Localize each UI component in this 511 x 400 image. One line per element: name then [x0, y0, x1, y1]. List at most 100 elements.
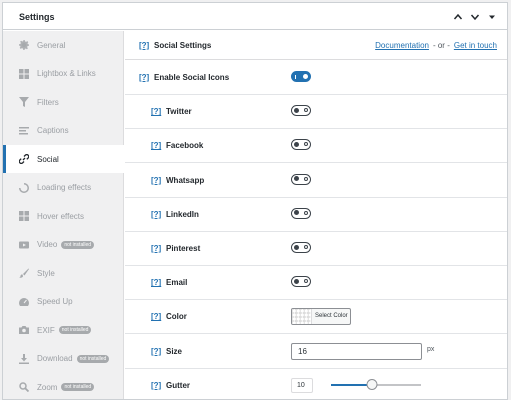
setting-label: Color — [166, 312, 187, 322]
color-picker-button[interactable]: Select Color — [291, 308, 351, 326]
setting-row-whatsapp: [?] Whatsapp — [125, 164, 507, 198]
sidebar-item-label: Hover effects — [37, 211, 84, 221]
help-link[interactable]: [?] — [139, 73, 149, 82]
sidebar-item-hover-effects[interactable]: Hover effects — [3, 202, 124, 230]
panel-title: Settings — [19, 12, 55, 22]
setting-row-linkedin: [?] LinkedIn — [125, 198, 507, 232]
sidebar-item-label: Style — [37, 268, 55, 278]
setting-label: Whatsapp — [166, 175, 205, 185]
sidebar-item-download[interactable]: Download not installed — [3, 345, 124, 373]
gutter-value-input[interactable]: 10 — [291, 377, 313, 393]
select-color-label: Select Color — [315, 313, 348, 320]
toggle-switch[interactable] — [291, 242, 311, 253]
setting-row-size: [?] Size 16 px — [125, 335, 507, 369]
setting-label: Email — [166, 278, 188, 288]
sidebar-item-filters[interactable]: Filters — [3, 88, 124, 116]
setting-label: Pinterest — [166, 244, 201, 253]
setting-label: LinkedIn — [166, 209, 199, 219]
setting-label: Facebook — [166, 141, 204, 151]
help-link[interactable]: [?] — [151, 347, 161, 356]
setting-row-enable-social-icons: [?] Enable Social Icons — [125, 61, 507, 95]
setting-row-facebook: [?] Facebook — [125, 129, 507, 164]
documentation-link[interactable]: Documentation — [375, 41, 429, 50]
help-link[interactable]: [?] — [151, 278, 161, 287]
chevron-down-icon[interactable] — [468, 10, 482, 24]
section-title: Social Settings — [154, 41, 212, 50]
grid-icon — [18, 68, 30, 80]
sidebar-item-style[interactable]: Style — [3, 259, 124, 287]
sidebar-item-label: Captions — [37, 126, 69, 135]
sidebar-item-zoom[interactable]: Zoom not installed — [3, 373, 124, 399]
help-link[interactable]: [?] — [151, 107, 161, 116]
color-swatch — [292, 309, 312, 325]
sidebar-item-label: Zoom — [37, 382, 58, 392]
chevron-up-icon[interactable] — [451, 10, 465, 24]
setting-label: Twitter — [166, 107, 192, 117]
sidebar-item-loading-effects[interactable]: Loading effects — [3, 174, 124, 202]
get-in-touch-link[interactable]: Get in touch — [454, 41, 497, 50]
setting-label: Enable Social Icons — [154, 73, 230, 82]
help-link[interactable]: [?] — [151, 312, 161, 321]
sidebar-item-label: EXIF — [37, 325, 55, 335]
sidebar-item-general[interactable]: General — [3, 31, 124, 59]
range-slider-track[interactable] — [331, 379, 421, 391]
not-installed-badge: not installed — [61, 240, 95, 249]
panel-header: Settings — [3, 3, 507, 30]
toggle-switch[interactable] — [291, 207, 311, 219]
filter-icon — [18, 96, 30, 108]
caret-down-icon[interactable] — [485, 10, 499, 24]
sidebar-item-captions[interactable]: Captions — [3, 117, 124, 145]
not-installed-badge: not installed — [61, 383, 95, 391]
sidebar-item-speed-up[interactable]: Speed Up — [3, 288, 124, 316]
setting-label: Gutter — [166, 380, 190, 390]
content-header: [?] Social Settings Documentation - or - G… — [125, 31, 507, 60]
gutter-range: 10 — [291, 377, 421, 393]
not-installed-badge: not installed — [76, 354, 110, 363]
size-input[interactable]: 16 — [291, 342, 422, 360]
or-separator: - or - — [432, 41, 450, 50]
download-icon — [18, 353, 30, 365]
help-link[interactable]: [?] — [151, 210, 161, 219]
zoom-icon — [18, 381, 30, 393]
toggle-switch[interactable] — [291, 139, 311, 151]
captions-icon — [18, 125, 30, 137]
panel-controls — [451, 10, 499, 24]
sidebar-item-label: Lightbox & Links — [37, 69, 96, 78]
setting-row-gutter: [?] Gutter 10 — [125, 369, 507, 399]
toggle-switch[interactable] — [291, 105, 311, 117]
toggle-switch[interactable] — [291, 173, 311, 185]
help-link[interactable]: [?] — [151, 381, 161, 390]
video-icon — [18, 239, 30, 251]
spinner-icon — [18, 182, 30, 194]
setting-row-email: [?] Email — [125, 266, 507, 301]
sidebar-item-lightbox-links[interactable]: Lightbox & Links — [3, 60, 124, 88]
social-settings-content: [?] Social Settings Documentation - or - G… — [125, 31, 507, 399]
gear-icon — [18, 39, 30, 51]
settings-sidebar: General Lightbox & Links Filters Captions So… — [3, 31, 125, 399]
link-icon — [18, 153, 30, 165]
sidebar-item-label: Video — [37, 240, 58, 249]
help-link[interactable]: [?] — [151, 176, 161, 185]
sidebar-item-social[interactable]: Social — [3, 145, 125, 173]
sidebar-item-label: Social — [37, 154, 59, 164]
sidebar-item-label: Loading effects — [37, 183, 92, 192]
range-slider-thumb[interactable] — [366, 379, 377, 391]
help-link[interactable]: [?] — [139, 41, 149, 50]
unit-label: px — [427, 345, 435, 353]
help-link[interactable]: [?] — [151, 244, 161, 253]
camera-icon — [18, 324, 30, 336]
help-link[interactable]: [?] — [151, 141, 161, 150]
brush-icon — [18, 267, 30, 279]
setting-row-pinterest: [?] Pinterest — [125, 232, 507, 266]
sidebar-item-label: Speed Up — [37, 297, 73, 306]
sidebar-item-label: Download — [37, 354, 73, 363]
sidebar-item-exif[interactable]: EXIF not installed — [3, 316, 124, 344]
sidebar-item-label: Filters — [37, 97, 59, 107]
setting-row-color: [?] Color Select Color — [125, 300, 507, 335]
toggle-switch[interactable] — [291, 71, 311, 82]
toggle-switch[interactable] — [291, 276, 311, 288]
sidebar-item-video[interactable]: Video not installed — [3, 231, 124, 259]
settings-panel: Settings General Lightbox & Links Filters C… — [2, 2, 508, 400]
sidebar-item-label: General — [37, 40, 66, 50]
header-links: Documentation - or - Get in touch — [375, 41, 497, 50]
